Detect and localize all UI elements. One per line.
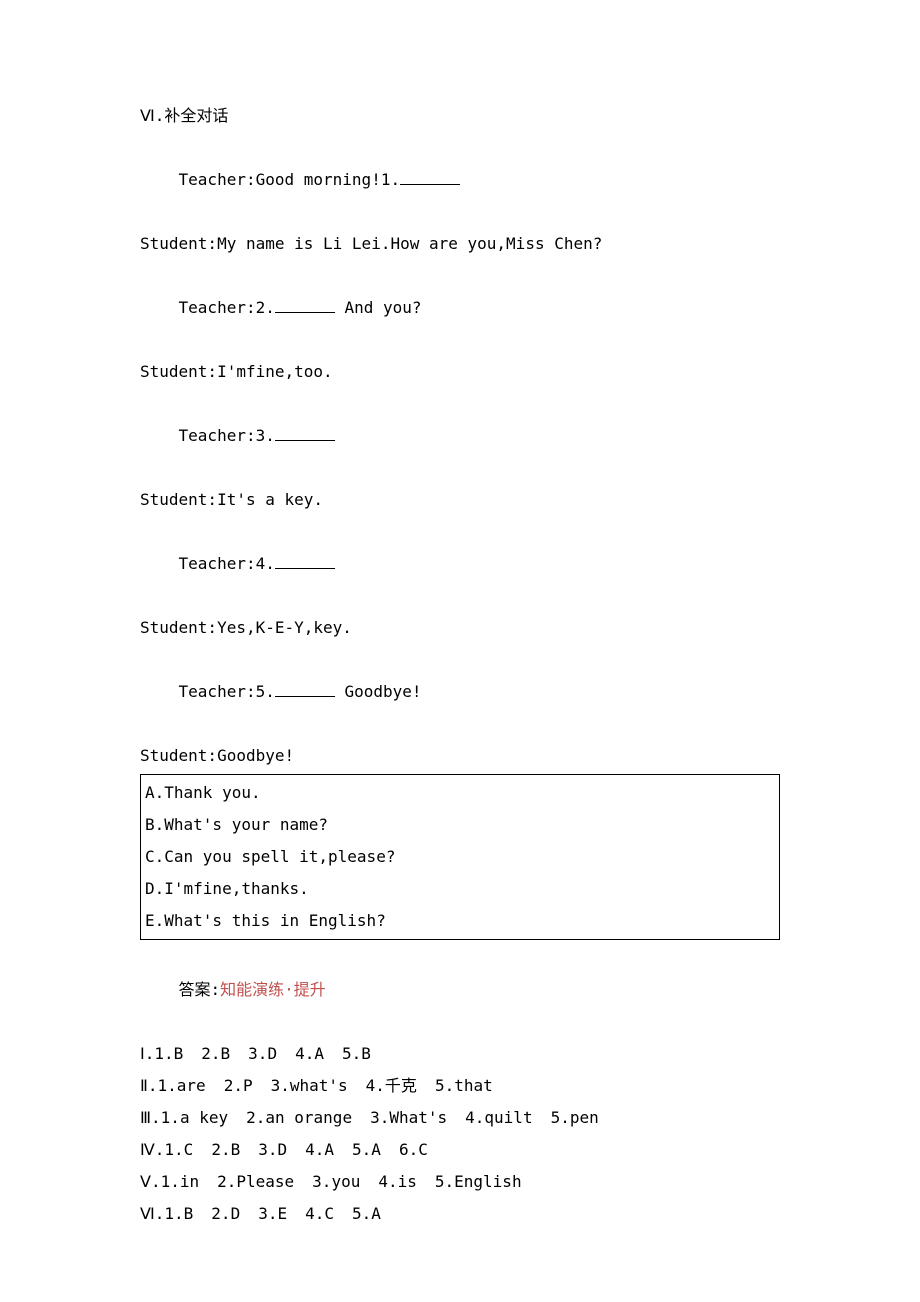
- answer-item: 3.What's: [370, 1108, 447, 1127]
- answer-item: 4.C: [305, 1204, 334, 1223]
- answer-heading: Ⅱ.: [140, 1076, 158, 1095]
- dialogue-text: Teacher:3.: [179, 426, 275, 445]
- answer-item: 5.English: [435, 1172, 522, 1191]
- answer-heading: Ⅳ.: [140, 1140, 164, 1159]
- answer-item: 3.D: [248, 1044, 277, 1063]
- answer-heading: Ⅲ.: [140, 1108, 161, 1127]
- blank-3: [275, 440, 335, 441]
- dialogue-text: Goodbye!: [335, 682, 422, 701]
- answers-label-red: 知能演练·提升: [220, 980, 326, 999]
- answer-heading: Ⅵ.: [140, 1204, 164, 1223]
- option-a: A.Thank you.: [145, 777, 775, 809]
- options-box: A.Thank you. B.What's your name? C.Can y…: [140, 774, 780, 940]
- answer-item: 2.P: [224, 1076, 253, 1095]
- answer-item: 1.B: [164, 1204, 193, 1223]
- answer-item: 1.are: [158, 1076, 206, 1095]
- dialogue-line-2: Student:My name is Li Lei.How are you,Mi…: [140, 228, 780, 260]
- answer-item: 2.B: [201, 1044, 230, 1063]
- option-c: C.Can you spell it,please?: [145, 841, 775, 873]
- answer-item: 3.D: [258, 1140, 287, 1159]
- answer-row-3: Ⅲ.1.a key 2.an orange 3.What's 4.quilt 5.pen: [140, 1102, 780, 1134]
- answers-header: 答案:知能演练·提升: [140, 942, 780, 1038]
- answer-item: 3.what's: [271, 1076, 348, 1095]
- dialogue-line-1: Teacher:Good morning!1.: [140, 132, 780, 228]
- document-content: Ⅵ.补全对话 Teacher:Good morning!1. Student:M…: [140, 100, 780, 1230]
- answer-item: 2.B: [211, 1140, 240, 1159]
- answer-item: 5.that: [435, 1076, 493, 1095]
- answer-item: 5.B: [342, 1044, 371, 1063]
- answer-item: 4.A: [305, 1140, 334, 1159]
- dialogue-line-6: Student:It's a key.: [140, 484, 780, 516]
- dialogue-line-5: Teacher:3.: [140, 388, 780, 484]
- answer-item: 4.is: [378, 1172, 417, 1191]
- blank-1: [400, 184, 460, 185]
- blank-4: [275, 568, 335, 569]
- dialogue-line-7: Teacher:4.: [140, 516, 780, 612]
- dialogue-line-3: Teacher:2. And you?: [140, 260, 780, 356]
- answer-row-6: Ⅵ.1.B 2.D 3.E 4.C 5.A: [140, 1198, 780, 1230]
- dialogue-text: Teacher:4.: [179, 554, 275, 573]
- dialogue-line-10: Student:Goodbye!: [140, 740, 780, 772]
- answer-row-1: Ⅰ.1.B 2.B 3.D 4.A 5.B: [140, 1038, 780, 1070]
- answer-row-4: Ⅳ.1.C 2.B 3.D 4.A 5.A 6.C: [140, 1134, 780, 1166]
- answer-item: 2.D: [211, 1204, 240, 1223]
- dialogue-line-9: Teacher:5. Goodbye!: [140, 644, 780, 740]
- blank-2: [275, 312, 335, 313]
- answer-item: 2.an orange: [246, 1108, 352, 1127]
- answer-item: 3.E: [258, 1204, 287, 1223]
- dialogue-line-4: Student:I'mfine,too.: [140, 356, 780, 388]
- answer-item: 1.in: [161, 1172, 200, 1191]
- section-6-heading: Ⅵ.补全对话: [140, 100, 780, 132]
- answer-item: 4.千克: [366, 1076, 417, 1095]
- dialogue-text: Teacher:Good morning!1.: [179, 170, 401, 189]
- answer-item: 3.you: [312, 1172, 360, 1191]
- answer-item: 1.B: [154, 1044, 183, 1063]
- dialogue-text: Teacher:2.: [179, 298, 275, 317]
- answer-item: 1.C: [164, 1140, 193, 1159]
- option-b: B.What's your name?: [145, 809, 775, 841]
- answer-item: 5.A: [352, 1204, 381, 1223]
- answer-item: 1.a key: [161, 1108, 228, 1127]
- option-e: E.What's this in English?: [145, 905, 775, 937]
- answer-heading: Ⅴ.: [140, 1172, 161, 1191]
- option-d: D.I'mfine,thanks.: [145, 873, 775, 905]
- blank-5: [275, 696, 335, 697]
- answer-item: 6.C: [399, 1140, 428, 1159]
- dialogue-text: And you?: [335, 298, 422, 317]
- dialogue-line-8: Student:Yes,K-E-Y,key.: [140, 612, 780, 644]
- answer-item: 5.pen: [551, 1108, 599, 1127]
- answer-item: 5.A: [352, 1140, 381, 1159]
- answer-heading: Ⅰ.: [140, 1044, 154, 1063]
- answer-item: 4.quilt: [465, 1108, 532, 1127]
- answer-row-2: Ⅱ.1.are 2.P 3.what's 4.千克 5.that: [140, 1070, 780, 1102]
- dialogue-text: Teacher:5.: [179, 682, 275, 701]
- answer-item: 2.Please: [217, 1172, 294, 1191]
- answers-label-prefix: 答案:: [179, 980, 221, 999]
- answer-item: 4.A: [295, 1044, 324, 1063]
- answer-row-5: Ⅴ.1.in 2.Please 3.you 4.is 5.English: [140, 1166, 780, 1198]
